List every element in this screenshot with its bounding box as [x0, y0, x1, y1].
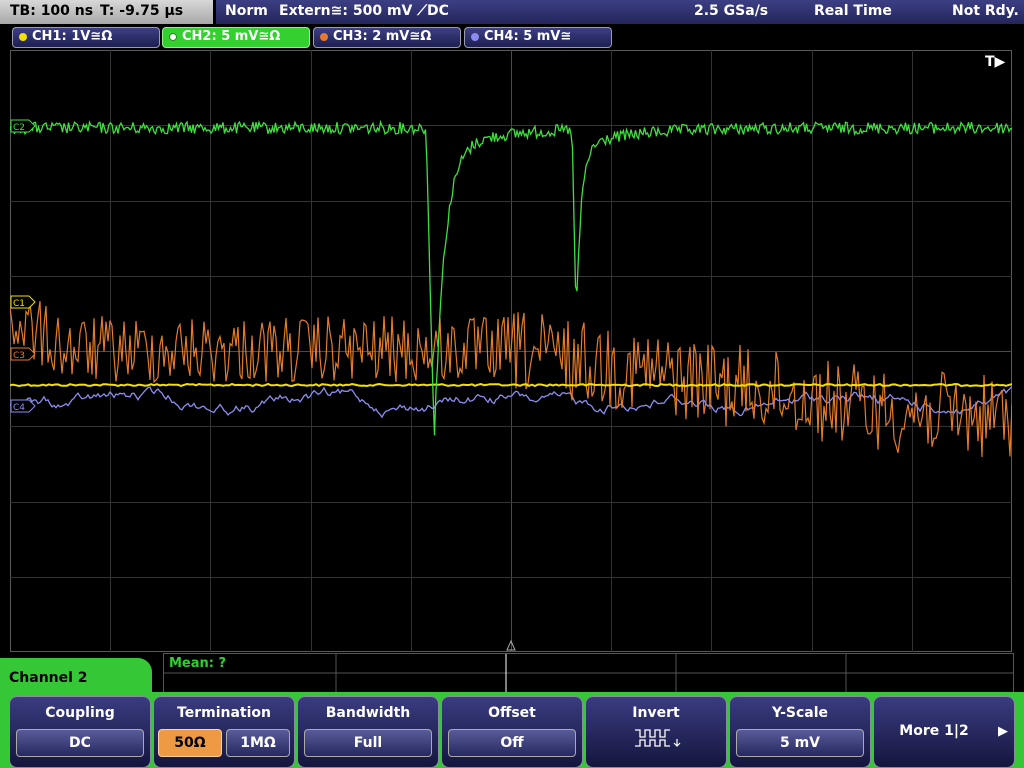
- timebase-panel[interactable]: TB: 100 ns T: -9.75 µs: [0, 0, 213, 24]
- tab-ch3[interactable]: CH3: 2 mV≅Ω: [313, 27, 461, 48]
- coupling-button[interactable]: DC: [16, 729, 144, 757]
- trigger-status: Not Rdy.: [952, 3, 1019, 19]
- inverted-square-wave-icon: [635, 729, 681, 747]
- acquisition-mode: Real Time: [814, 3, 892, 19]
- ch4-label: CH4: 5 mV≅: [484, 29, 572, 44]
- ch1-label: CH1: 1V≅Ω: [32, 29, 113, 44]
- offset-button[interactable]: Off: [448, 729, 576, 757]
- trigger-position-marker[interactable]: T▶: [985, 54, 1006, 70]
- ch2-marker-label: C2: [13, 123, 25, 133]
- ch3-marker-label: C3: [13, 351, 25, 361]
- ch1-trace: [10, 382, 1012, 388]
- waveform-display[interactable]: C2 C1 C3 C4 T▶: [10, 50, 1012, 652]
- invert-title: Invert: [632, 705, 680, 721]
- ch4-offset-marker[interactable]: C4: [10, 399, 36, 413]
- acquisition-panel[interactable]: Norm Extern≅: 500 mV ⟋DC 2.5 GSa/s Real …: [216, 0, 1024, 24]
- menu-title: Channel 2: [9, 670, 88, 686]
- bandwidth-title: Bandwidth: [325, 705, 411, 721]
- ch3-offset-marker[interactable]: C3: [10, 347, 36, 361]
- measurement-bar: Mean: ?: [163, 653, 1014, 693]
- ch2-offset-marker[interactable]: C2: [10, 119, 36, 133]
- offset-title: Offset: [488, 705, 536, 721]
- ch4-color-icon: [471, 33, 479, 41]
- ch2-color-icon: [169, 33, 177, 41]
- yscale-title: Y-Scale: [771, 705, 828, 721]
- right-arrow-icon: ▶: [998, 724, 1008, 739]
- measurement-grid: [164, 654, 1013, 692]
- termination-softkey[interactable]: Termination 50Ω 1MΩ: [153, 696, 295, 768]
- bandwidth-softkey[interactable]: Bandwidth Full: [297, 696, 439, 768]
- invert-softkey[interactable]: Invert: [585, 696, 727, 768]
- tab-ch1[interactable]: CH1: 1V≅Ω: [12, 27, 160, 48]
- ch2-label: CH2: 5 mV≅Ω: [182, 29, 281, 44]
- ch3-label: CH3: 2 mV≅Ω: [333, 29, 432, 44]
- coupling-softkey[interactable]: Coupling DC: [9, 696, 151, 768]
- status-bar: TB: 100 ns T: -9.75 µs Norm Extern≅: 500…: [0, 0, 1024, 24]
- trigger-time-readout: T: -9.75 µs: [100, 3, 184, 19]
- ch1-offset-marker[interactable]: C1: [10, 295, 36, 309]
- more-label: More 1|2: [899, 723, 969, 739]
- yscale-softkey[interactable]: Y-Scale 5 mV: [729, 696, 871, 768]
- offset-softkey[interactable]: Offset Off: [441, 696, 583, 768]
- trigger-source: Extern≅: 500 mV ⟋DC: [279, 3, 449, 19]
- trigger-mode: Norm: [225, 3, 268, 19]
- termination-1mohm-button[interactable]: 1MΩ: [226, 729, 290, 757]
- ch4-marker-label: C4: [13, 403, 25, 413]
- timebase-readout: TB: 100 ns: [10, 3, 94, 19]
- menu-title-tab: Channel 2: [0, 658, 152, 698]
- more-softkey[interactable]: More 1|2 ▶: [873, 696, 1015, 768]
- ch3-color-icon: [320, 33, 328, 41]
- channel-tabs: CH1: 1V≅Ω CH2: 5 mV≅Ω CH3: 2 mV≅Ω CH4: 5…: [0, 25, 1024, 49]
- termination-title: Termination: [177, 705, 271, 721]
- waveform-canvas: C2 C1 C3 C4 T▶: [10, 50, 1012, 652]
- bandwidth-button[interactable]: Full: [304, 729, 432, 757]
- yscale-button[interactable]: 5 mV: [736, 729, 864, 757]
- sample-rate: 2.5 GSa/s: [694, 3, 769, 19]
- termination-50ohm-button[interactable]: 50Ω: [158, 729, 222, 757]
- coupling-title: Coupling: [45, 705, 115, 721]
- tab-ch4[interactable]: CH4: 5 mV≅: [464, 27, 612, 48]
- ch1-color-icon: [19, 33, 27, 41]
- tab-ch2[interactable]: CH2: 5 mV≅Ω: [162, 27, 310, 48]
- mean-measurement[interactable]: Mean: ?: [169, 656, 226, 671]
- ch1-marker-label: C1: [13, 299, 25, 309]
